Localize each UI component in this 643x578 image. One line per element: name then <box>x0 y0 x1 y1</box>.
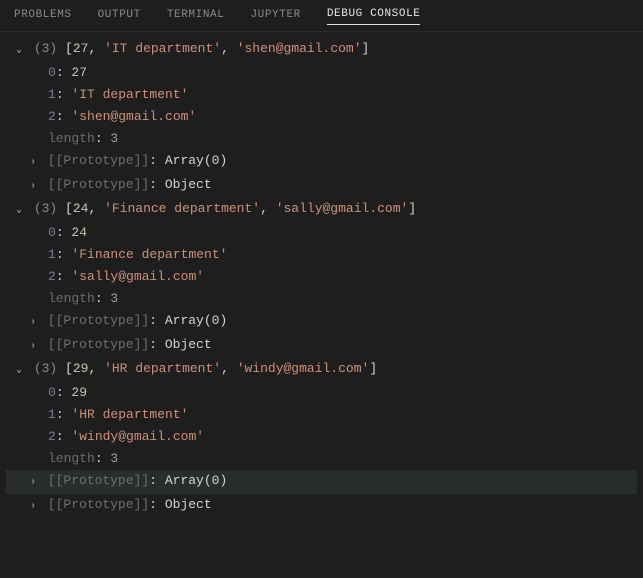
array-item[interactable]: 0: 24 <box>6 222 637 244</box>
tab-terminal[interactable]: TERMINAL <box>167 9 225 25</box>
array-count: (3) <box>34 358 65 380</box>
prototype-value: Array(0) <box>165 470 227 492</box>
prototype-value: Array(0) <box>165 150 227 172</box>
prototype-row[interactable]: › [[Prototype]]: Array(0) <box>6 310 637 334</box>
item-index: 1 <box>48 404 56 426</box>
length-label: length <box>48 448 95 470</box>
prototype-value: Array(0) <box>165 310 227 332</box>
summary-value: 'sally@gmail.com' <box>276 198 409 220</box>
summary-value: 'IT department' <box>104 38 221 60</box>
item-value: 'HR department' <box>71 404 188 426</box>
console-line[interactable]: ⌄ (3) [24, 'Finance department', 'sally@… <box>6 198 637 222</box>
tab-problems[interactable]: PROBLEMS <box>14 9 72 25</box>
array-item[interactable]: 2: 'windy@gmail.com' <box>6 426 637 448</box>
item-value: 'sally@gmail.com' <box>71 266 204 288</box>
console-line[interactable]: ⌄ (3) [27, 'IT department', 'shen@gmail.… <box>6 38 637 62</box>
chevron-right-icon[interactable]: › <box>26 312 40 334</box>
tab-output[interactable]: OUTPUT <box>98 9 141 25</box>
item-value: 'shen@gmail.com' <box>71 106 196 128</box>
array-item[interactable]: 2: 'shen@gmail.com' <box>6 106 637 128</box>
console-line[interactable]: ⌄ (3) [29, 'HR department', 'windy@gmail… <box>6 358 637 382</box>
item-value: 'windy@gmail.com' <box>71 426 204 448</box>
prototype-label: [[Prototype]] <box>48 470 149 492</box>
array-item[interactable]: 2: 'sally@gmail.com' <box>6 266 637 288</box>
length-row[interactable]: length: 3 <box>6 288 637 310</box>
item-index: 1 <box>48 84 56 106</box>
item-index: 2 <box>48 266 56 288</box>
array-count: (3) <box>34 38 65 60</box>
summary-value: 27 <box>73 38 89 60</box>
array-item[interactable]: 1: 'IT department' <box>6 84 637 106</box>
prototype-row[interactable]: › [[Prototype]]: Array(0) <box>6 150 637 174</box>
length-value: 3 <box>110 288 118 310</box>
chevron-right-icon[interactable]: › <box>26 152 40 174</box>
chevron-right-icon[interactable]: › <box>26 496 40 518</box>
tab-jupyter[interactable]: JUPYTER <box>250 9 300 25</box>
prototype-label: [[Prototype]] <box>48 494 149 516</box>
chevron-down-icon[interactable]: ⌄ <box>12 40 26 62</box>
chevron-right-icon[interactable]: › <box>26 336 40 358</box>
summary-value: 'windy@gmail.com' <box>237 358 370 380</box>
prototype-label: [[Prototype]] <box>48 174 149 196</box>
array-item[interactable]: 1: 'HR department' <box>6 404 637 426</box>
item-value: 24 <box>71 222 87 244</box>
chevron-down-icon[interactable]: ⌄ <box>12 200 26 222</box>
debug-console-output: ⌄ (3) [27, 'IT department', 'shen@gmail.… <box>0 32 643 524</box>
item-index: 1 <box>48 244 56 266</box>
item-index: 2 <box>48 106 56 128</box>
prototype-label: [[Prototype]] <box>48 150 149 172</box>
array-count: (3) <box>34 198 65 220</box>
length-value: 3 <box>110 128 118 150</box>
length-label: length <box>48 128 95 150</box>
prototype-row[interactable]: › [[Prototype]]: Array(0) <box>6 470 637 494</box>
prototype-label: [[Prototype]] <box>48 310 149 332</box>
item-index: 2 <box>48 426 56 448</box>
length-label: length <box>48 288 95 310</box>
summary-value: 'Finance department' <box>104 198 260 220</box>
array-item[interactable]: 0: 27 <box>6 62 637 84</box>
length-row[interactable]: length: 3 <box>6 128 637 150</box>
prototype-row[interactable]: › [[Prototype]]: Object <box>6 334 637 358</box>
item-index: 0 <box>48 382 56 404</box>
summary-value: 29 <box>73 358 89 380</box>
summary-value: 'HR department' <box>104 358 221 380</box>
item-value: 29 <box>71 382 87 404</box>
array-item[interactable]: 1: 'Finance department' <box>6 244 637 266</box>
chevron-right-icon[interactable]: › <box>26 472 40 494</box>
prototype-row[interactable]: › [[Prototype]]: Object <box>6 174 637 198</box>
prototype-value: Object <box>165 334 212 356</box>
array-item[interactable]: 0: 29 <box>6 382 637 404</box>
summary-value: 'shen@gmail.com' <box>237 38 362 60</box>
chevron-right-icon[interactable]: › <box>26 176 40 198</box>
item-value: 'Finance department' <box>71 244 227 266</box>
prototype-label: [[Prototype]] <box>48 334 149 356</box>
prototype-value: Object <box>165 494 212 516</box>
summary-value: 24 <box>73 198 89 220</box>
panel-tabbar: PROBLEMS OUTPUT TERMINAL JUPYTER DEBUG CONSO… <box>0 0 643 32</box>
item-index: 0 <box>48 62 56 84</box>
prototype-value: Object <box>165 174 212 196</box>
tab-debug-console[interactable]: DEBUG CONSOLE <box>327 8 421 25</box>
item-value: 27 <box>71 62 87 84</box>
item-index: 0 <box>48 222 56 244</box>
length-value: 3 <box>110 448 118 470</box>
prototype-row[interactable]: › [[Prototype]]: Object <box>6 494 637 518</box>
item-value: 'IT department' <box>71 84 188 106</box>
length-row[interactable]: length: 3 <box>6 448 637 470</box>
chevron-down-icon[interactable]: ⌄ <box>12 360 26 382</box>
